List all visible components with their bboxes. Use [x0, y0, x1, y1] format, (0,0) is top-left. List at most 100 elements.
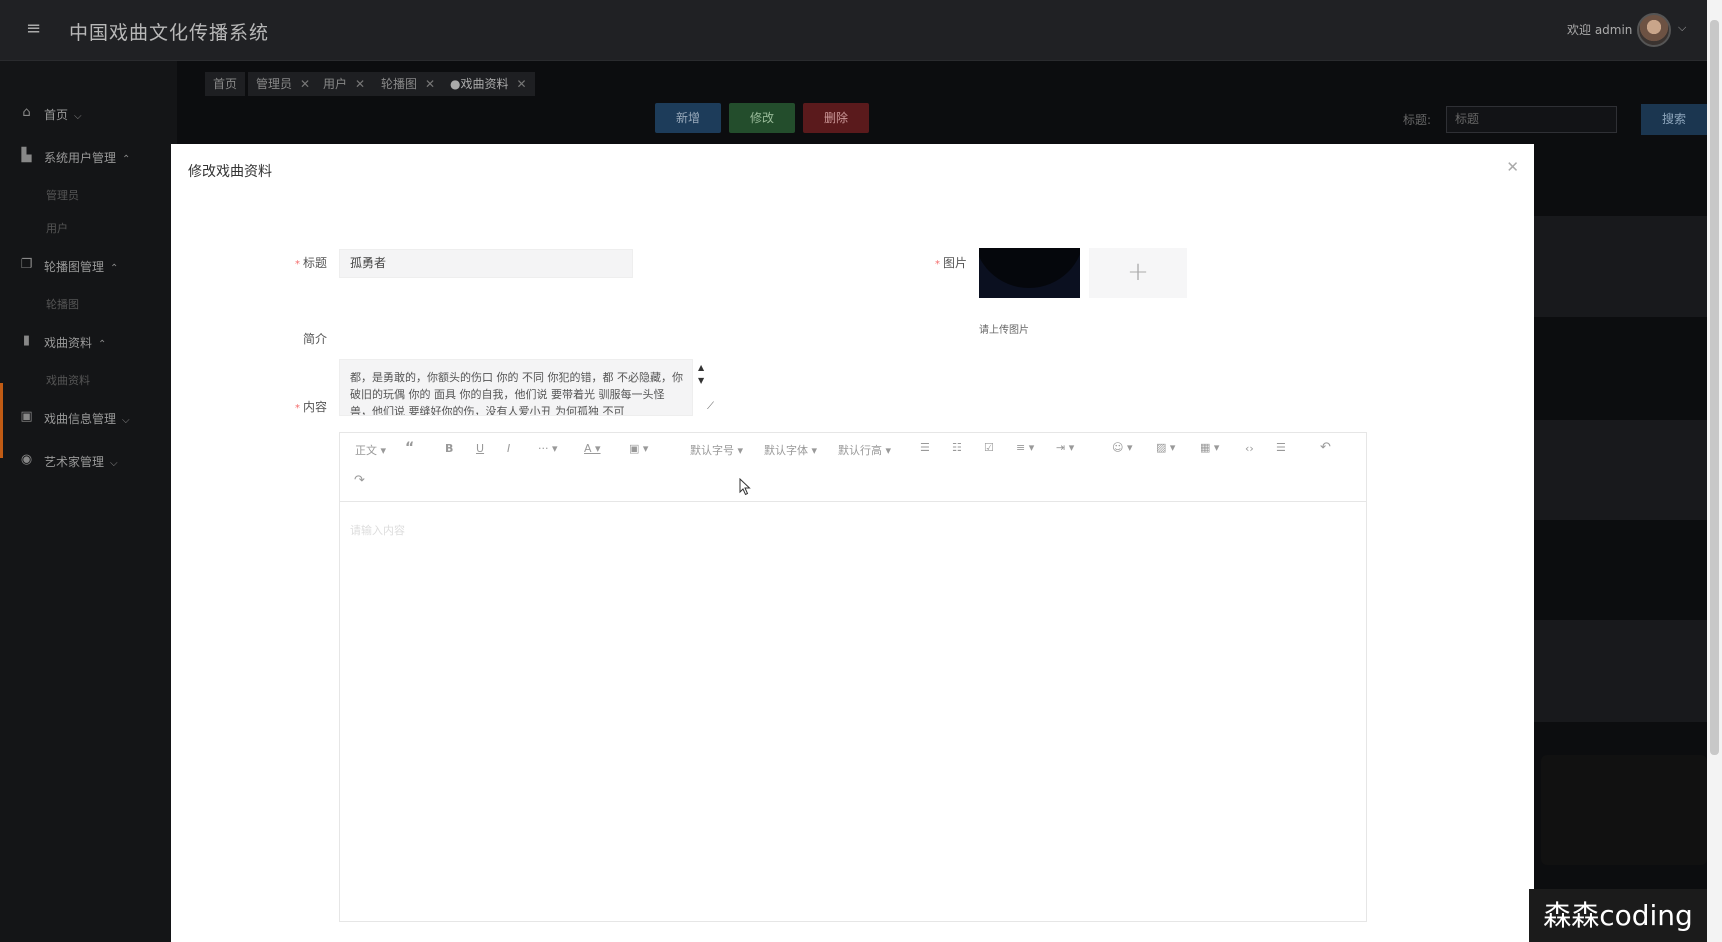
tab-label: ●戏曲资料 — [450, 77, 509, 91]
sidebar-item-carousel[interactable]: ❐ 轮播图管理 ⌃ — [0, 250, 177, 280]
sidebar-subitem-user[interactable]: 用户 — [46, 220, 68, 236]
delete-button[interactable]: 删除 — [803, 103, 869, 133]
sidebar-item-system-users[interactable]: ▙ 系统用户管理 ⌃ — [0, 141, 177, 171]
editor-toolbar: 正文 ▾ “ B U I ··· ▾ A ▾ ▣ ▾ 默认字号 ▾ 默认字体 ▾… — [340, 433, 1366, 502]
sidebar-item-home[interactable]: ⌂ 首页 ⌵ — [0, 98, 177, 128]
close-icon[interactable]: ✕ — [1506, 160, 1519, 175]
search-button[interactable]: 搜索 — [1641, 104, 1707, 135]
font-color-icon[interactable]: A ▾ — [584, 442, 601, 455]
align-icon[interactable]: ≡ ▾ — [1016, 441, 1034, 454]
app-title: 中国戏曲文化传播系统 — [69, 22, 270, 44]
search-input[interactable]: 标题 — [1446, 106, 1617, 133]
quote-icon[interactable]: “ — [405, 440, 414, 456]
home-icon: ⌂ — [22, 105, 31, 120]
watermark: 森森coding — [1529, 889, 1707, 942]
close-icon[interactable]: ✕ — [516, 77, 526, 91]
chevron-up-icon: ⌃ — [110, 263, 119, 274]
tab-label: 首页 — [213, 77, 238, 91]
intro-label: 简介 — [302, 332, 327, 346]
redo-icon[interactable]: ↷ — [354, 473, 365, 488]
numbered-list-icon[interactable]: ☷ — [952, 441, 962, 454]
tab-label: 管理员 — [256, 77, 293, 91]
bold-icon[interactable]: B — [445, 442, 453, 455]
sidebar-item-label: 戏曲信息管理 — [44, 412, 117, 426]
image-icon[interactable]: ▨ ▾ — [1156, 441, 1175, 454]
tab-user[interactable]: 用户 ✕ — [315, 72, 374, 96]
paragraph-select[interactable]: 正文 ▾ — [355, 442, 386, 458]
scroll-arrows-icon[interactable]: ▲ ▼ — [698, 361, 704, 387]
sidebar-item-label: 系统用户管理 — [44, 151, 117, 165]
mouse-cursor-icon — [739, 478, 751, 496]
edit-dialog: 修改戏曲资料 ✕ * 标题 孤勇者 * 图片 + 请上传图片 简介 都，是勇敢的，你… — [171, 144, 1534, 942]
sidebar-subitem-admin[interactable]: 管理员 — [46, 187, 79, 203]
sidebar-item-opera-info[interactable]: ▣ 戏曲信息管理 ⌵ — [0, 402, 177, 432]
divider-icon[interactable]: ☰ — [1276, 441, 1286, 454]
sidebar-item-label: 轮播图管理 — [44, 260, 105, 274]
table-row — [1534, 420, 1707, 520]
undo-icon[interactable]: ↶ — [1320, 440, 1331, 455]
more-icon[interactable]: ··· ▾ — [538, 442, 558, 455]
tab-opera-data[interactable]: ●戏曲资料 ✕ — [442, 72, 535, 96]
chevron-down-icon: ⌵ — [122, 415, 130, 426]
sidebar-item-label: 戏曲资料 — [44, 336, 93, 350]
emoji-icon[interactable]: ☺ ▾ — [1112, 441, 1133, 454]
resize-handle-icon[interactable]: ⟋ — [707, 401, 719, 413]
tab-home[interactable]: 首页 — [205, 72, 246, 96]
avatar[interactable] — [1637, 13, 1671, 47]
font-size-select[interactable]: 默认字号 ▾ — [690, 442, 743, 458]
font-family-select[interactable]: 默认字体 ▾ — [764, 442, 817, 458]
content-label: * 内容 — [294, 400, 327, 414]
required-mark: * — [294, 259, 300, 270]
tab-label: 轮播图 — [381, 77, 418, 91]
title-field[interactable]: 孤勇者 — [339, 249, 633, 278]
welcome-text: 欢迎 admin — [1567, 23, 1633, 37]
rich-text-editor: 正文 ▾ “ B U I ··· ▾ A ▾ ▣ ▾ 默认字号 ▾ 默认字体 ▾… — [339, 432, 1367, 922]
chevron-up-icon: ⌃ — [122, 154, 131, 165]
todo-icon[interactable]: ☑ — [984, 441, 994, 454]
intro-text: 都，是勇敢的，你额头的伤口 你的 不同 你犯的错，都 不必隐藏，你破旧的玩偶 你… — [350, 371, 683, 416]
gift-icon: ▣ — [20, 409, 33, 424]
close-icon[interactable]: ✕ — [425, 77, 435, 91]
close-icon[interactable]: ✕ — [355, 77, 365, 91]
background-color-icon[interactable]: ▣ ▾ — [629, 442, 648, 455]
table-icon[interactable]: ▦ ▾ — [1200, 441, 1219, 454]
bullet-list-icon[interactable]: ☰ — [920, 441, 930, 454]
add-button[interactable]: 新增 — [655, 103, 721, 133]
title-label: * 标题 — [294, 256, 327, 270]
indent-icon[interactable]: ⇥ ▾ — [1056, 441, 1074, 454]
editor-body[interactable]: 请输入内容 — [350, 522, 405, 538]
italic-icon[interactable]: I — [507, 442, 510, 455]
chevron-up-icon: ⌃ — [98, 339, 107, 350]
tab-carousel[interactable]: 轮播图 ✕ — [373, 72, 444, 96]
table-row — [1534, 216, 1707, 317]
required-mark: * — [934, 259, 940, 270]
upload-image-button[interactable]: + — [1089, 248, 1187, 298]
chevron-down-icon: ⌵ — [74, 111, 82, 122]
book-icon: ▮ — [22, 333, 31, 348]
menu-toggle-icon[interactable]: ≡ — [26, 20, 44, 38]
sidebar-item-opera-data[interactable]: ▮ 戏曲资料 ⌃ — [0, 326, 177, 356]
uploaded-image-thumbnail[interactable] — [979, 248, 1080, 298]
image-label: * 图片 — [934, 256, 967, 270]
top-bar: ≡ 中国戏曲文化传播系统 欢迎 admin ⌵ — [0, 0, 1707, 61]
intro-textarea[interactable]: 都，是勇敢的，你额头的伤口 你的 不同 你犯的错，都 不必隐藏，你破旧的玩偶 你… — [339, 359, 693, 416]
tab-admin[interactable]: 管理员 ✕ — [248, 72, 319, 96]
sidebar-item-label: 艺术家管理 — [44, 455, 105, 469]
search-label: 标题: — [1403, 113, 1432, 127]
code-icon[interactable]: ‹› — [1245, 442, 1254, 455]
scrollbar-thumb[interactable] — [1710, 20, 1719, 755]
close-icon[interactable]: ✕ — [300, 77, 310, 91]
tab-label: 用户 — [323, 77, 348, 91]
compass-icon: ◉ — [20, 452, 33, 467]
line-height-select[interactable]: 默认行高 ▾ — [838, 442, 891, 458]
sidebar: ⌂ 首页 ⌵ ▙ 系统用户管理 ⌃ 管理员 用户 ❐ 轮播图管理 ⌃ 轮播图 ▮ 戏曲… — [0, 61, 177, 942]
building-icon: ▙ — [21, 148, 32, 163]
underline-icon[interactable]: U — [476, 442, 484, 455]
sidebar-subitem-carousel[interactable]: 轮播图 — [46, 296, 79, 312]
sidebar-subitem-opera-data[interactable]: 戏曲资料 — [46, 372, 90, 388]
chevron-down-icon[interactable]: ⌵ — [1678, 21, 1686, 35]
copy-icon: ❐ — [20, 257, 33, 272]
edit-button[interactable]: 修改 — [729, 103, 795, 133]
sidebar-item-artists[interactable]: ◉ 艺术家管理 ⌵ — [0, 445, 177, 475]
overlay-block — [1541, 755, 1707, 865]
